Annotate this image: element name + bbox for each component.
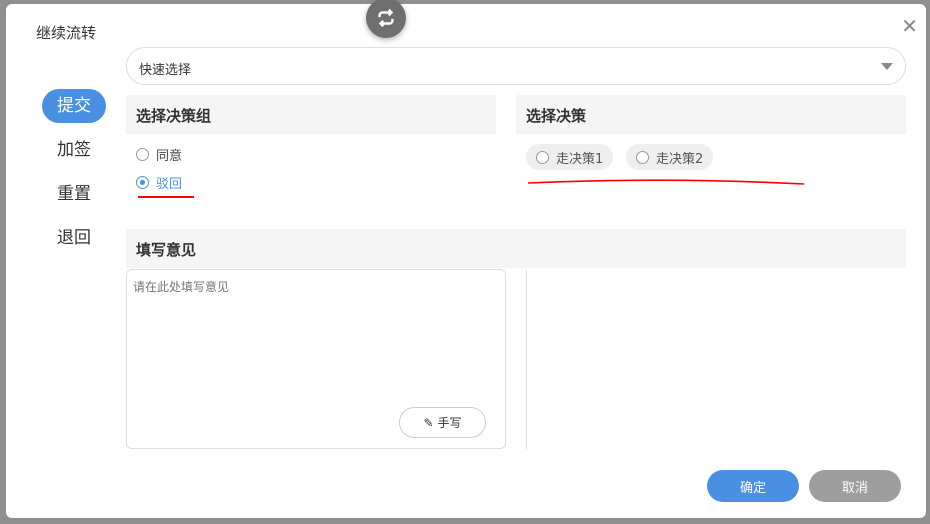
annotation-underline (527, 179, 805, 185)
radio-circle-icon (636, 150, 649, 164)
confirm-button[interactable]: 确定 (707, 470, 799, 502)
continue-flow-dialog: 继续流转 ✕ 提交 加签 重置 退回 快速选择 选择决策组 同意 驳回 选择决策… (6, 0, 926, 518)
radio-circle-icon (136, 148, 149, 161)
decision-option-2[interactable]: 走决策2 (626, 144, 714, 170)
radio-checked-icon (136, 176, 149, 189)
quick-select-value: 快速选择 (139, 63, 192, 78)
action-nav: 提交 加签 重置 退回 (42, 89, 106, 265)
decision-header: 选择决策 (516, 95, 906, 134)
close-icon[interactable]: ✕ (901, 14, 918, 38)
handwrite-button[interactable]: ✎ 手写 (399, 407, 486, 438)
radio-circle-icon (536, 150, 549, 164)
radio-reject[interactable]: 驳回 (136, 173, 182, 192)
nav-add-sign[interactable]: 加签 (42, 133, 106, 167)
pen-icon: ✎ (423, 415, 434, 430)
chevron-down-icon (881, 63, 893, 70)
refresh-icon (378, 8, 394, 28)
nav-submit[interactable]: 提交 (42, 89, 106, 123)
nav-reset[interactable]: 重置 (42, 177, 106, 211)
divider (526, 269, 527, 449)
cancel-button[interactable]: 取消 (809, 470, 901, 502)
radio-label: 同意 (156, 149, 183, 164)
radio-label: 驳回 (156, 177, 183, 192)
decision-option-1[interactable]: 走决策1 (526, 144, 614, 170)
annotation-underline (138, 196, 194, 198)
decision-group-header: 选择决策组 (126, 95, 496, 134)
radio-agree[interactable]: 同意 (136, 145, 182, 164)
dialog-title: 继续流转 (36, 24, 97, 42)
handwrite-label: 手写 (437, 416, 462, 430)
radio-label: 走决策1 (556, 151, 604, 167)
radio-label: 走决策2 (656, 151, 704, 167)
quick-select-dropdown[interactable]: 快速选择 (126, 47, 906, 85)
opinion-header: 填写意见 (126, 229, 906, 268)
refresh-button[interactable] (366, 0, 406, 38)
nav-return[interactable]: 退回 (42, 221, 106, 255)
